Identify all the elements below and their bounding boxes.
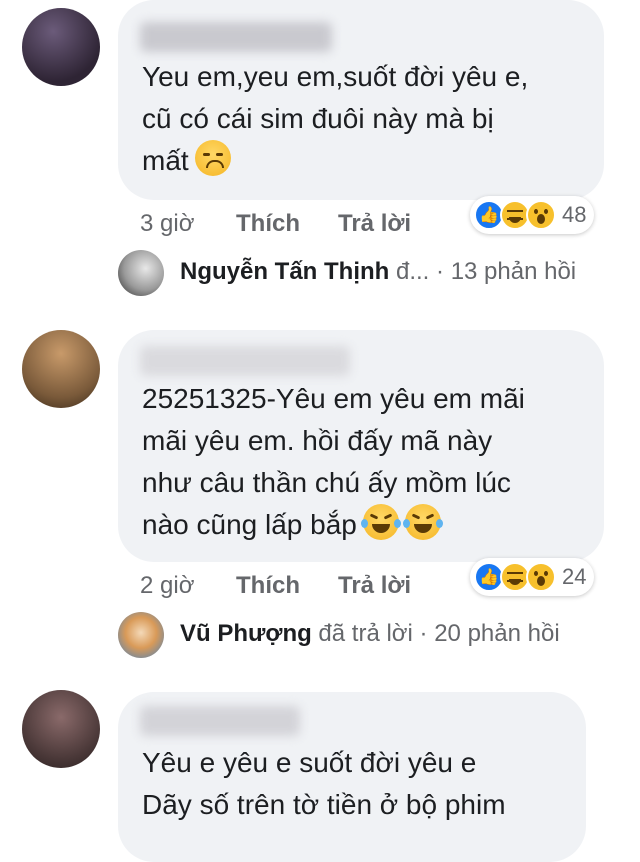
- replier-avatar: [118, 612, 164, 658]
- like-button[interactable]: Thích: [236, 572, 300, 600]
- reaction-count: 24: [562, 564, 587, 589]
- replier-name: Nguyễn Tấn Thịnh: [180, 258, 390, 285]
- comment-text: Yêu e yêu e suốt đời yêu e Dãy số trên t…: [142, 747, 506, 820]
- comment-text: 25251325-Yêu em yêu em mãi mãi yêu em. h…: [142, 383, 525, 540]
- comment-time[interactable]: 3 giờ: [140, 210, 194, 238]
- reply-suffix: đ...: [389, 258, 430, 285]
- commenter-avatar[interactable]: [22, 330, 100, 408]
- tears-of-joy-icon: [360, 504, 401, 540]
- comment-text: Yeu em,yeu em,suốt đời yêu e, cũ có cái …: [142, 61, 529, 176]
- commenter-avatar[interactable]: [22, 690, 100, 768]
- commenter-name-blurred[interactable]: [140, 22, 332, 52]
- tears-of-joy-icon: [402, 504, 443, 540]
- reply-count: · 13 phản hồi: [429, 258, 577, 285]
- reply-summary: Vũ Phượng đã trả lời · 20 phản hồi: [180, 620, 560, 648]
- commenter-name-blurred[interactable]: [140, 706, 300, 736]
- reaction-summary[interactable]: 👍 24: [470, 558, 595, 596]
- comment-bubble: 25251325-Yêu em yêu em mãi mãi yêu em. h…: [118, 330, 604, 562]
- commenter-avatar[interactable]: [22, 8, 100, 86]
- disappointed-face-icon: [194, 140, 231, 176]
- reply-suffix: đã trả lời: [311, 620, 413, 647]
- comment-bubble: Yêu e yêu e suốt đời yêu e Dãy số trên t…: [118, 692, 586, 862]
- like-button[interactable]: Thích: [236, 210, 300, 238]
- reply-summary: Nguyễn Tấn Thịnh đ... · 13 phản hồi: [180, 258, 576, 286]
- wow-icon: [526, 562, 556, 592]
- reaction-count: 48: [562, 202, 587, 227]
- reaction-summary[interactable]: 👍 48: [470, 196, 595, 234]
- commenter-name-blurred[interactable]: [140, 346, 350, 376]
- replier-name: Vũ Phượng: [180, 620, 312, 647]
- reply-button[interactable]: Trả lời: [338, 210, 411, 238]
- comment-bubble: Yeu em,yeu em,suốt đời yêu e, cũ có cái …: [118, 0, 604, 200]
- wow-icon: [526, 200, 556, 230]
- reply-button[interactable]: Trả lời: [338, 572, 411, 600]
- comment-time[interactable]: 2 giờ: [140, 572, 194, 600]
- reply-count: · 20 phản hồi: [412, 620, 560, 647]
- replier-avatar: [118, 250, 164, 296]
